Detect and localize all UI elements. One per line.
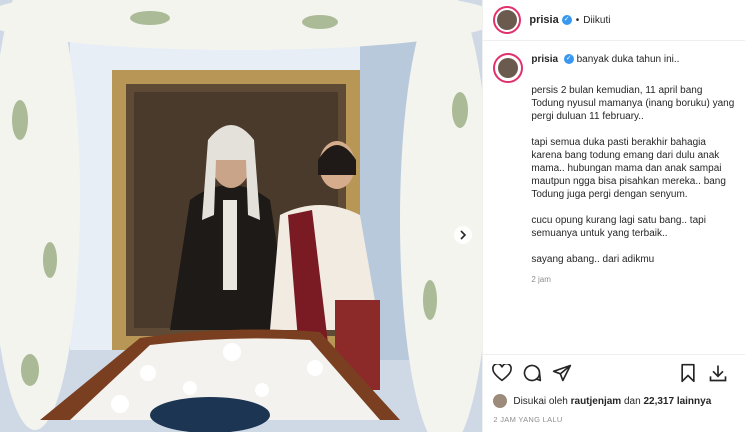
caption-time: 2 jam: [531, 275, 551, 284]
share-icon: [553, 364, 572, 382]
post-photo[interactable]: [0, 0, 483, 432]
avatar[interactable]: [493, 6, 522, 34]
likes-prefix: Disukai oleh: [513, 395, 568, 407]
caption-paragraph: tapi semua duka pasti berakhir bahagia k…: [531, 137, 726, 200]
like-button[interactable]: [491, 362, 513, 384]
post-timestamp[interactable]: 2 JAM YANG LALU: [483, 411, 745, 432]
verified-badge-icon: ✓: [563, 54, 574, 65]
likes-middle: dan: [623, 395, 641, 407]
bookmark-icon: [681, 363, 695, 383]
post-sidebar: prisia ✓ • Diikuti prisia ✓ banyak duka …: [482, 0, 745, 432]
caption: prisia ✓ banyak duka tahun ini.. persis …: [493, 53, 735, 286]
caption-paragraph: persis 2 bulan kemudian, 11 april bang T…: [531, 85, 735, 122]
caption-paragraph: cucu opung kurang lagi satu bang.. tapi …: [531, 215, 706, 239]
separator-dot: •: [575, 14, 580, 26]
scroll-fade: [483, 342, 745, 354]
liker-avatar[interactable]: [493, 394, 508, 408]
chevron-right-icon: [460, 230, 467, 240]
verified-badge-icon: ✓: [561, 15, 572, 25]
likes-summary: Disukai oleh rautjenjam dan 22,317 lainn…: [483, 391, 745, 411]
caption-text: prisia ✓ banyak duka tahun ini.. persis …: [531, 53, 735, 286]
likes-count[interactable]: 22,317 lainnya: [643, 396, 711, 407]
caption-avatar[interactable]: [493, 53, 524, 83]
comments-area[interactable]: prisia ✓ banyak duka tahun ini.. persis …: [483, 41, 745, 354]
comment-button[interactable]: [521, 362, 543, 384]
caption-paragraph: sayang abang.. dari adikmu: [531, 254, 655, 265]
liker-username[interactable]: rautjenjam: [571, 396, 622, 407]
download-icon: [709, 365, 727, 382]
post-header: prisia ✓ • Diikuti: [483, 0, 745, 41]
heart-icon: [492, 364, 513, 382]
username-link[interactable]: prisia: [529, 14, 558, 26]
action-bar: [483, 354, 745, 391]
download-button[interactable]: [707, 362, 729, 384]
follow-status[interactable]: Diikuti: [583, 15, 610, 26]
caption-username[interactable]: prisia: [531, 54, 558, 65]
save-button[interactable]: [677, 362, 699, 384]
share-button[interactable]: [551, 362, 573, 384]
next-slide-button[interactable]: [454, 226, 472, 244]
caption-first-line: banyak duka tahun ini..: [576, 54, 680, 65]
comment-icon: [524, 364, 542, 382]
memorial-photo: [0, 0, 483, 432]
